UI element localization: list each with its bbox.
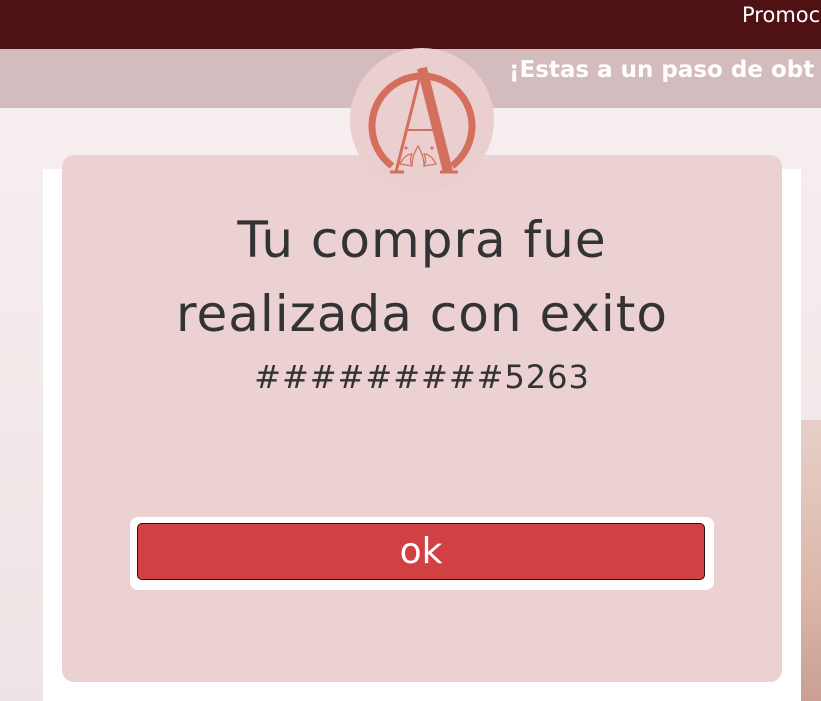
order-code: #########5263 bbox=[254, 358, 590, 396]
title-line-2: realizada con exito bbox=[175, 285, 669, 343]
modal-title: Tu compra fue realizada con exito bbox=[62, 203, 782, 351]
lotus-logo-icon bbox=[368, 66, 476, 174]
top-promo-bar: Promoc bbox=[0, 0, 821, 49]
brand-logo bbox=[350, 48, 494, 192]
background-photo bbox=[801, 420, 821, 701]
promo-text: Promoc bbox=[742, 3, 821, 27]
banner-text: ¡Estas a un paso de obt bbox=[509, 57, 815, 83]
ok-button[interactable]: ok bbox=[137, 523, 705, 580]
title-line-1: Tu compra fue bbox=[237, 211, 607, 269]
